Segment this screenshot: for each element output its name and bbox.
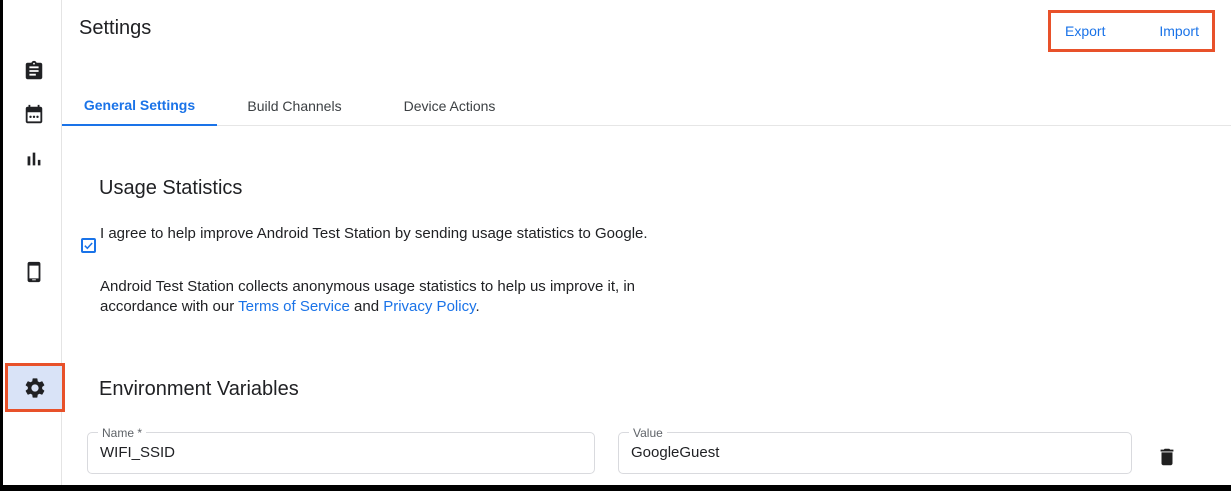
env-var-value-input[interactable] (631, 444, 1119, 461)
page-title: Settings (79, 17, 151, 40)
env-var-name-field: Name * (87, 432, 595, 474)
sidebar-item-devices[interactable] (23, 260, 47, 284)
annotation-box-settings-nav (5, 363, 65, 412)
tab-general-settings[interactable]: General Settings (62, 85, 217, 126)
delete-env-var-button[interactable] (1152, 443, 1182, 473)
import-button[interactable]: Import (1159, 23, 1199, 39)
environment-variables-heading: Environment Variables (99, 378, 299, 401)
usage-stats-description: Android Test Station collects anonymous … (100, 277, 652, 317)
description-text: and (350, 298, 383, 315)
export-button[interactable]: Export (1065, 23, 1105, 39)
privacy-policy-link[interactable]: Privacy Policy (383, 298, 475, 315)
tab-build-channels[interactable]: Build Channels (217, 85, 372, 126)
settings-tabbar: General Settings Build Channels Device A… (62, 85, 1231, 126)
bar-chart-icon (23, 148, 45, 170)
window-frame-bottom (0, 485, 1231, 491)
sidebar-item-test-plans[interactable] (23, 103, 47, 127)
tab-device-actions[interactable]: Device Actions (372, 85, 527, 126)
trash-icon (1156, 446, 1178, 468)
checkmark-icon (83, 240, 94, 251)
sidebar-nav (3, 0, 62, 485)
env-var-value-label: Value (629, 426, 667, 440)
smartphone-icon (23, 261, 45, 283)
sidebar-item-reports[interactable] (23, 147, 47, 171)
usage-statistics-heading: Usage Statistics (99, 177, 242, 200)
sidebar-item-tests[interactable] (23, 59, 47, 83)
android-test-station-settings-page: Settings Export Import General Settings … (0, 0, 1231, 491)
env-var-name-label: Name * (98, 426, 146, 440)
sidebar-item-settings[interactable] (23, 376, 47, 400)
terms-of-service-link[interactable]: Terms of Service (238, 298, 350, 315)
annotation-box-export-import: Export Import (1048, 10, 1215, 52)
gear-icon (23, 376, 47, 400)
env-var-name-input[interactable] (100, 444, 582, 461)
calendar-icon (23, 104, 45, 126)
usage-stats-checkbox-label[interactable]: I agree to help improve Android Test Sta… (100, 221, 652, 246)
description-text: . (475, 298, 479, 315)
env-var-value-field: Value (618, 432, 1132, 474)
usage-stats-checkbox[interactable] (81, 238, 96, 253)
clipboard-icon (23, 60, 45, 82)
